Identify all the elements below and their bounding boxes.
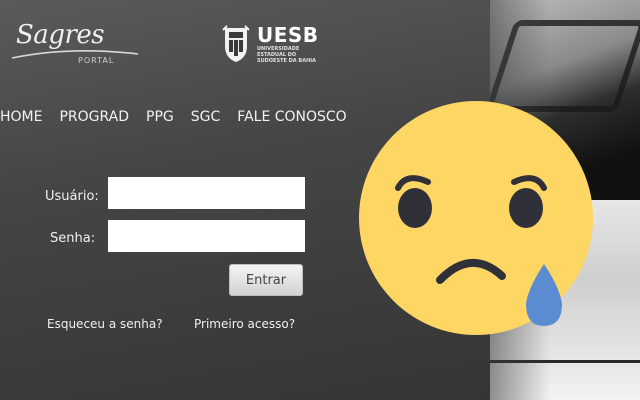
forgot-password-link[interactable]: Esqueceu a senha? <box>47 317 163 331</box>
main-nav: HOME PROGRAD PPG SGC FALE CONOSCO <box>0 109 364 125</box>
nav-item-prograd[interactable]: PROGRAD <box>59 109 129 125</box>
nav-item-fale-conosco[interactable]: FALE CONOSCO <box>237 109 346 125</box>
uesb-logo[interactable]: UESB UNIVERSIDADE ESTADUAL DO SUDOESTE D… <box>221 24 319 64</box>
nav-item-sgc[interactable]: SGC <box>191 109 221 125</box>
uesb-crest-icon <box>222 25 250 62</box>
sagres-logo-name: Sagres <box>16 20 105 50</box>
username-input[interactable] <box>108 177 305 209</box>
sagres-logo-sub: PORTAL <box>78 56 115 65</box>
sad-crying-face-icon <box>359 101 593 335</box>
first-access-link[interactable]: Primeiro acesso? <box>194 317 295 331</box>
swoosh-icon <box>11 50 139 59</box>
username-label: Usuário: <box>45 189 99 204</box>
nav-item-home[interactable]: HOME <box>0 109 42 125</box>
login-button[interactable]: Entrar <box>229 264 303 296</box>
uesb-logo-title: UESB <box>257 23 319 47</box>
password-label: Senha: <box>50 231 96 246</box>
uesb-logo-subtitle: UNIVERSIDADE ESTADUAL DO SUDOESTE DA BAH… <box>257 46 317 64</box>
nav-item-ppg[interactable]: PPG <box>146 109 174 125</box>
sagres-portal-logo[interactable]: Sagres PORTAL <box>11 20 139 65</box>
password-input[interactable] <box>108 220 305 252</box>
